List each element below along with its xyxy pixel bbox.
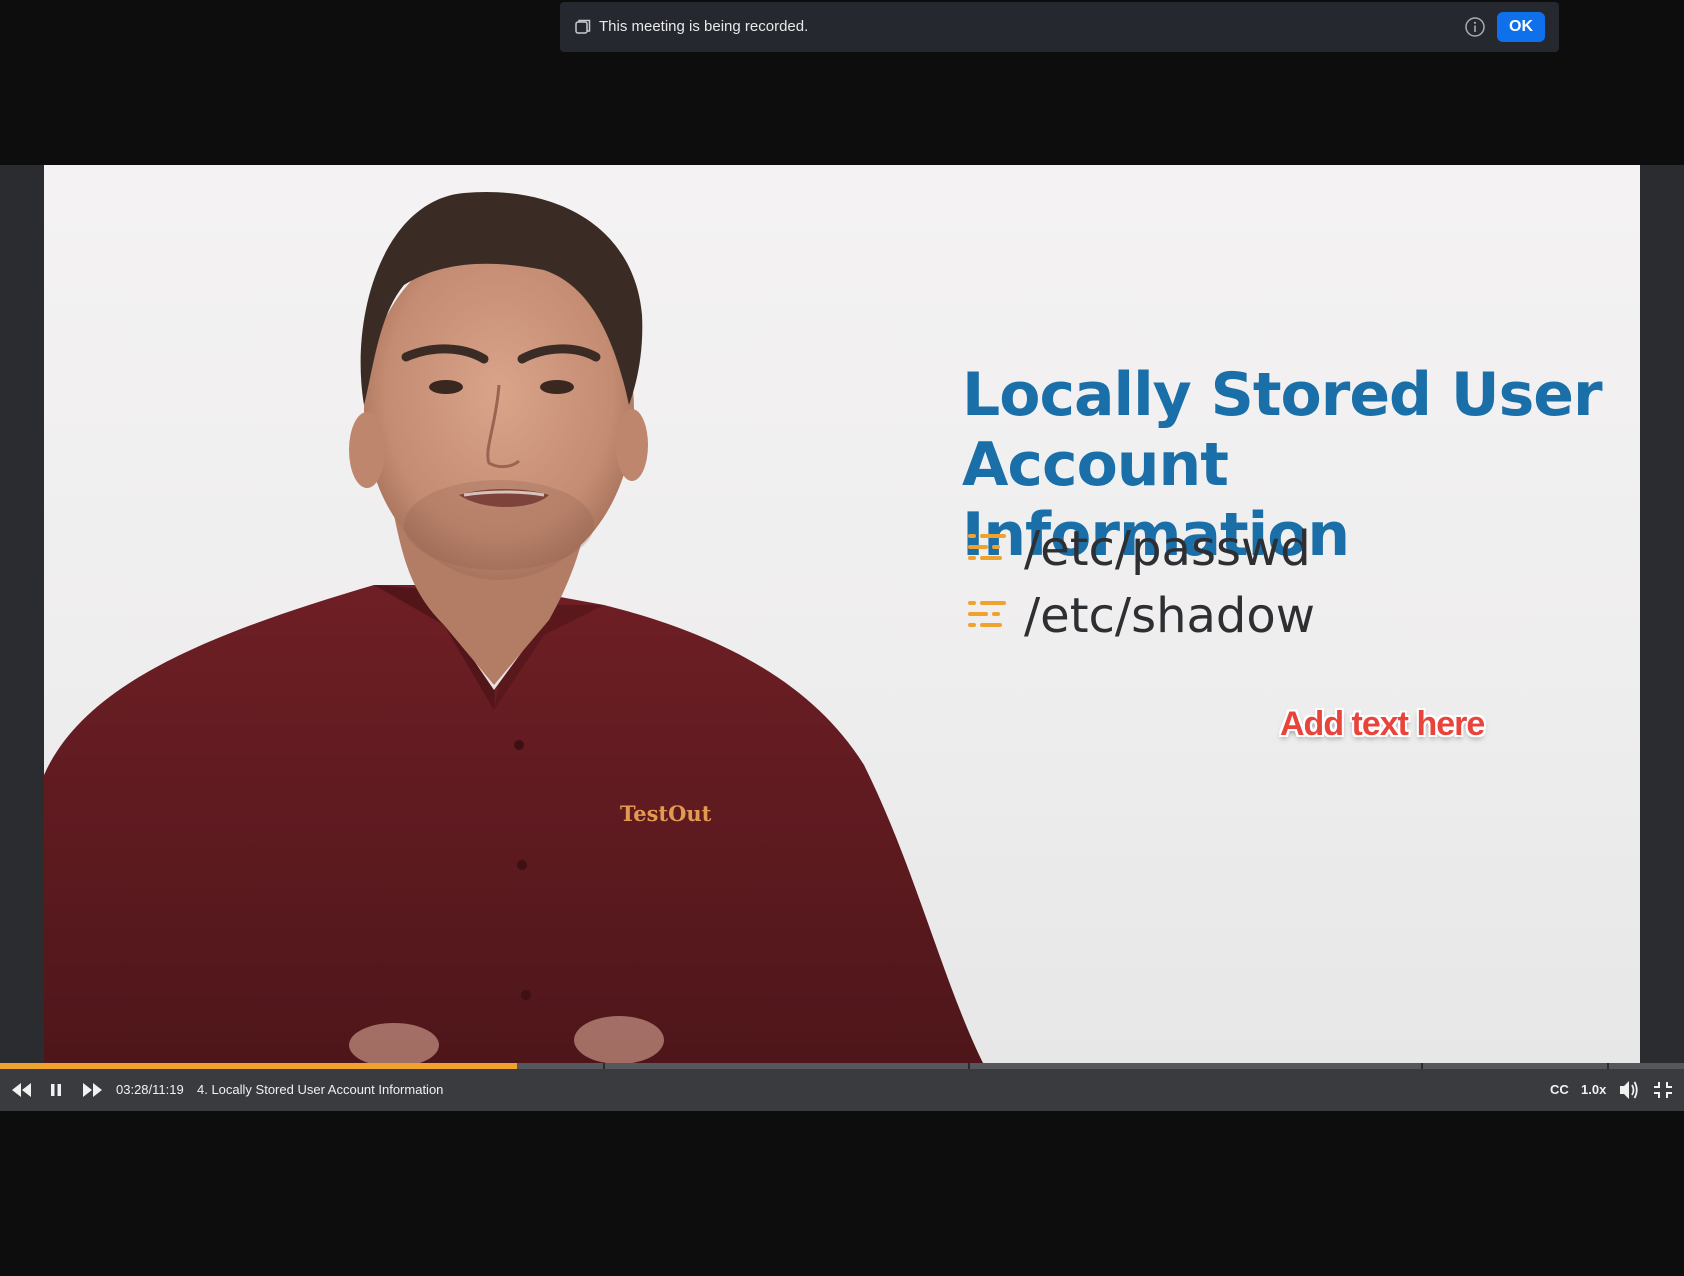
fast-forward-icon: [83, 1083, 102, 1097]
volume-icon: [1620, 1081, 1638, 1099]
presenter-image: [44, 192, 984, 1065]
exit-fullscreen-button[interactable]: [1652, 1069, 1674, 1111]
speed-button[interactable]: 1.0x: [1581, 1081, 1606, 1099]
add-text-overlay[interactable]: Add text here: [1280, 705, 1485, 744]
video-area[interactable]: TestOut Locally Stored User Account Info…: [44, 165, 1640, 1065]
list-bullet-icon: [968, 534, 1006, 560]
bullet-text: /etc/passwd: [1024, 521, 1311, 577]
shirt-logo: TestOut: [620, 801, 712, 826]
chapter-title: 4. Locally Stored User Account Informati…: [197, 1082, 444, 1097]
recording-icon: [575, 19, 591, 34]
bullet-text: /etc/shadow: [1024, 588, 1316, 644]
fast-forward-button[interactable]: [80, 1069, 104, 1111]
ok-button[interactable]: OK: [1497, 12, 1545, 42]
info-icon[interactable]: [1464, 16, 1486, 38]
pause-icon: [51, 1084, 61, 1096]
volume-button[interactable]: [1618, 1069, 1640, 1111]
time-display: 03:28/11:19: [116, 1082, 184, 1097]
recording-banner: This meeting is being recorded. OK: [560, 2, 1559, 52]
recording-message: This meeting is being recorded.: [599, 18, 809, 35]
pause-button[interactable]: [48, 1069, 64, 1111]
player-controls: 03:28/11:19 4. Locally Stored User Accou…: [0, 1069, 1684, 1111]
exit-fullscreen-icon: [1654, 1082, 1672, 1098]
list-bullet-icon: [968, 601, 1006, 627]
rewind-icon: [12, 1083, 31, 1097]
rewind-button[interactable]: [10, 1069, 34, 1111]
captions-button[interactable]: CC: [1550, 1081, 1569, 1099]
slide-title-line-1: Locally Stored User: [962, 360, 1603, 430]
